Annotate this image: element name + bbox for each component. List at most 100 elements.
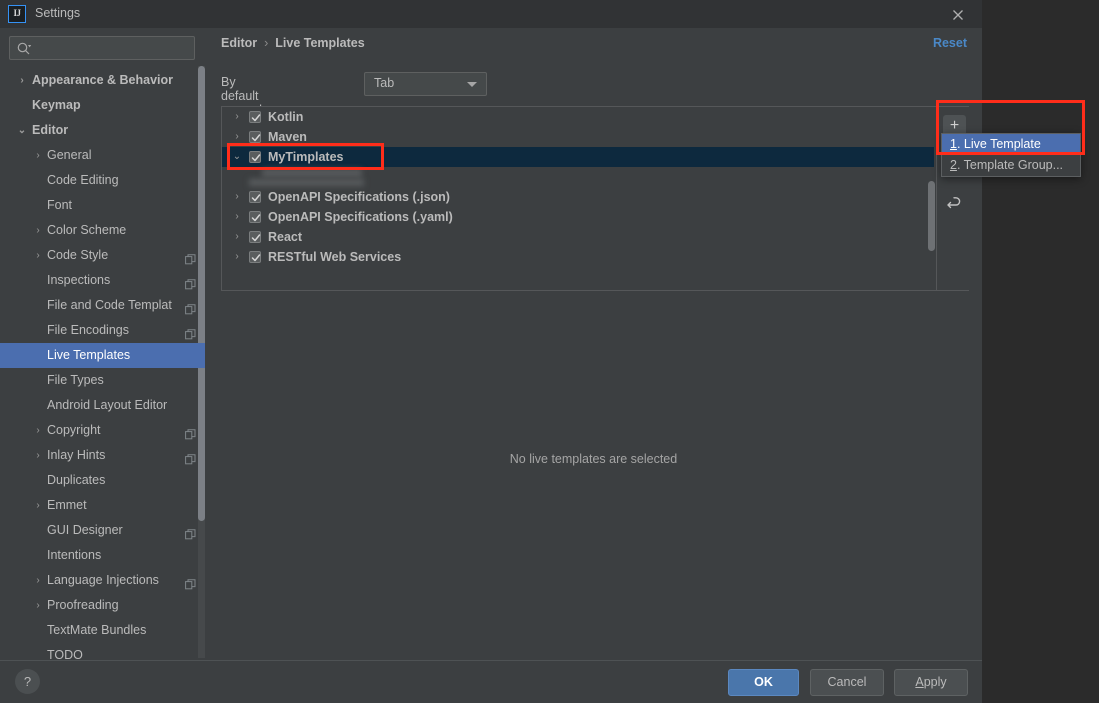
chevron-right-icon[interactable]: › [231,187,243,207]
sidebar-item-inspections[interactable]: Inspections [0,268,205,293]
template-group-row[interactable]: › Maven [222,127,934,147]
sidebar-item-label: Android Layout Editor [47,398,168,412]
sidebar-item-label: Copyright [47,423,101,437]
sidebar-item-label: General [47,148,92,162]
chevron-right-icon[interactable]: › [231,247,243,267]
popup-menu-item-2[interactable]: 2. Template Group... [942,155,1080,176]
chevron-down-icon[interactable]: ⌄ [15,118,29,143]
chevron-right-icon[interactable]: › [15,68,29,93]
sidebar-item-todo[interactable]: TODO [0,643,205,660]
sidebar-item-language-injections[interactable]: › Language Injections [0,568,205,593]
sidebar-item-label: File and Code Templat [47,298,172,312]
sidebar-item-label: Code Style [47,248,109,262]
expand-with-combobox[interactable]: Tab [364,72,487,96]
popup-menu-item-1[interactable]: 1. Live Template [942,134,1080,155]
sidebar-item-label: File Types [47,373,104,387]
sidebar-item-editor[interactable]: ⌄ Editor [0,118,205,143]
sidebar-item-label: Color Scheme [47,223,127,237]
template-group-row[interactable]: › RESTful Web Services [222,247,934,267]
breadcrumb-separator-icon: › [264,36,269,50]
search-box[interactable] [9,36,195,60]
template-group-checkbox[interactable] [249,151,261,163]
search-icon [16,41,32,62]
chevron-right-icon[interactable]: › [231,227,243,247]
sidebar-tree: › Appearance & Behavior Keymap ⌄ Editor › Gene… [0,68,205,660]
template-group-label: MyTimplates [268,150,344,164]
chevron-right-icon[interactable]: › [31,593,45,618]
popup-item-mnemonic: 2 [950,158,957,172]
chevron-right-icon[interactable]: › [31,418,45,443]
chevron-right-icon[interactable]: › [231,207,243,227]
screenshot-root: IJ Settings › Appearance & Behavior Keym… [0,0,1099,703]
template-list-scrollbar-thumb[interactable] [928,181,935,251]
template-group-label: RESTful Web Services [268,250,402,264]
sidebar-item-android-layout-editor[interactable]: Android Layout Editor [0,393,205,418]
sidebar-item-label: TODO [47,648,83,660]
template-row-redacted [222,167,934,187]
template-group-row[interactable]: ⌄ MyTimplates [222,147,934,167]
chevron-down-icon [467,82,477,87]
sidebar-item-live-templates[interactable]: Live Templates [0,343,205,368]
chevron-right-icon[interactable]: › [31,443,45,468]
sidebar-item-emmet[interactable]: › Emmet [0,493,205,518]
expand-with-value: Tab [374,76,395,90]
sidebar-item-file-and-code-templat[interactable]: File and Code Templat [0,293,205,318]
sidebar-item-font[interactable]: Font [0,193,205,218]
template-group-row[interactable]: › OpenAPI Specifications (.yaml) [222,207,934,227]
ok-button[interactable]: OK [728,669,799,696]
chevron-right-icon[interactable]: › [31,243,45,268]
apply-mnemonic: A [915,675,924,689]
apply-button[interactable]: Apply [894,669,968,696]
chevron-down-icon[interactable]: ⌄ [231,147,243,167]
template-groups-list: › Kotlin › Maven ⌄ MyTimplates › OpenAPI Specif… [221,106,970,291]
sidebar-item-color-scheme[interactable]: › Color Scheme [0,218,205,243]
search-input[interactable] [38,40,188,57]
sidebar-item-file-types[interactable]: File Types [0,368,205,393]
template-group-checkbox[interactable] [249,191,261,203]
settings-sidebar: › Appearance & Behavior Keymap ⌄ Editor › Gene… [0,28,205,660]
sidebar-item-gui-designer[interactable]: GUI Designer [0,518,205,543]
sidebar-item-intentions[interactable]: Intentions [0,543,205,568]
dialog-button-bar: ? OK Cancel Apply [0,660,982,703]
sidebar-item-copyright[interactable]: › Copyright [0,418,205,443]
sidebar-item-keymap[interactable]: Keymap [0,93,205,118]
sidebar-item-code-editing[interactable]: Code Editing [0,168,205,193]
sidebar-item-code-style[interactable]: › Code Style [0,243,205,268]
help-button[interactable]: ? [15,669,40,694]
chevron-right-icon[interactable]: › [31,143,45,168]
chevron-right-icon[interactable]: › [31,218,45,243]
cancel-button[interactable]: Cancel [810,669,884,696]
template-group-checkbox[interactable] [249,251,261,263]
template-group-checkbox[interactable] [249,111,261,123]
chevron-right-icon[interactable]: › [231,127,243,147]
template-group-label: React [268,230,303,244]
undo-arrow-icon [947,197,961,209]
breadcrumb-parent[interactable]: Editor [221,36,257,50]
template-group-row[interactable]: › React [222,227,934,247]
sidebar-item-label: File Encodings [47,323,129,337]
sidebar-item-proofreading[interactable]: › Proofreading [0,593,205,618]
settings-dialog: IJ Settings › Appearance & Behavior Keym… [0,0,982,703]
sidebar-item-inlay-hints[interactable]: › Inlay Hints [0,443,205,468]
template-group-checkbox[interactable] [249,131,261,143]
template-group-checkbox[interactable] [249,231,261,243]
template-group-row[interactable]: › Kotlin [222,107,934,127]
close-icon[interactable] [948,5,968,25]
sidebar-item-general[interactable]: › General [0,143,205,168]
sidebar-item-label: Language Injections [47,573,159,587]
template-group-checkbox[interactable] [249,211,261,223]
chevron-right-icon[interactable]: › [31,493,45,518]
sidebar-item-label: GUI Designer [47,523,123,537]
sidebar-item-label: Intentions [47,548,102,562]
sidebar-item-textmate-bundles[interactable]: TextMate Bundles [0,618,205,643]
sidebar-item-label: Proofreading [47,598,119,612]
template-group-row[interactable]: › OpenAPI Specifications (.json) [222,187,934,207]
chevron-right-icon[interactable]: › [31,568,45,593]
sidebar-item-duplicates[interactable]: Duplicates [0,468,205,493]
reset-link[interactable]: Reset [933,36,967,50]
chevron-right-icon[interactable]: › [231,107,243,127]
sidebar-item-file-encodings[interactable]: File Encodings [0,318,205,343]
sidebar-item-appearance-behavior[interactable]: › Appearance & Behavior [0,68,205,93]
sidebar-item-label: TextMate Bundles [47,623,147,637]
revert-button[interactable] [943,193,966,216]
